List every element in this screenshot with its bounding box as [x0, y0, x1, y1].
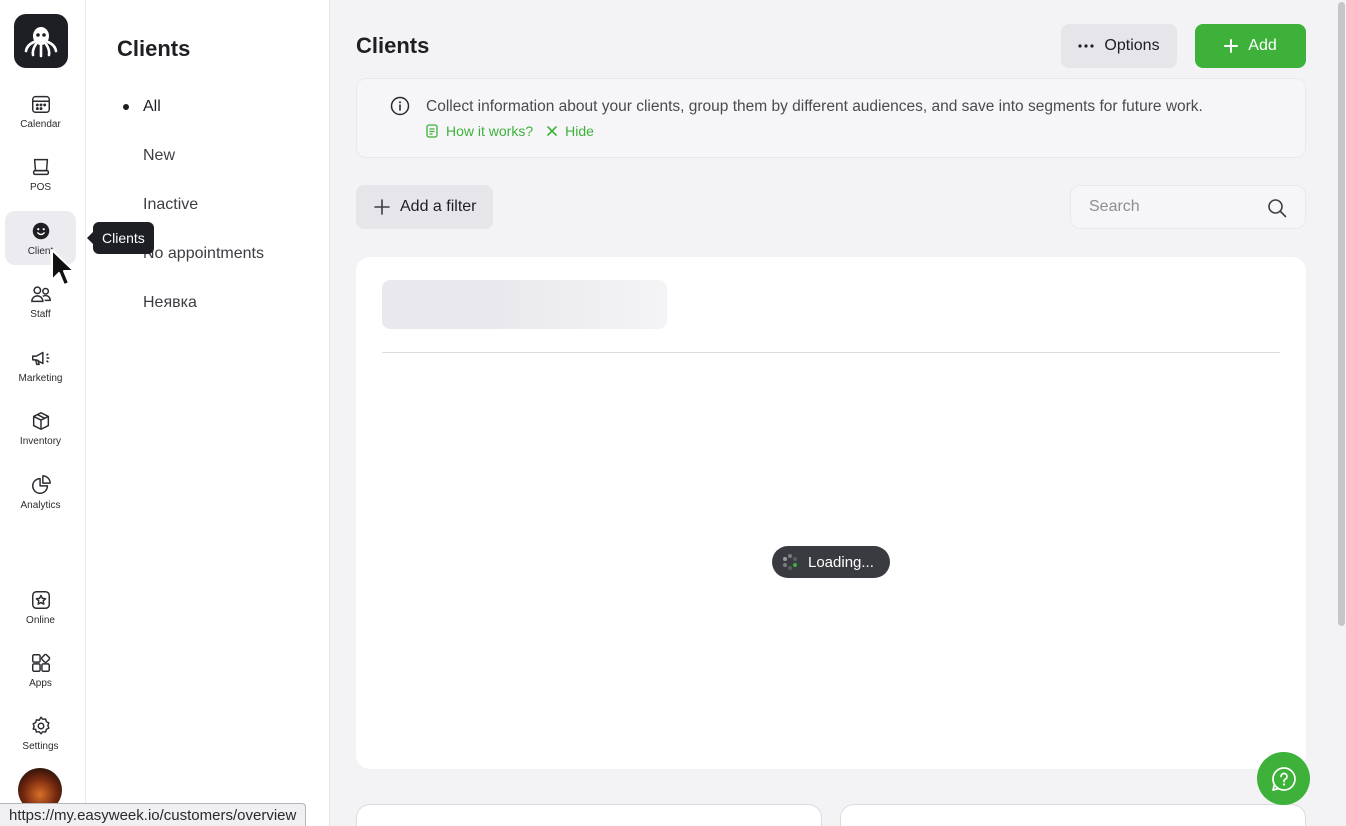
pos-icon: [32, 158, 49, 175]
subnav-item-new[interactable]: New: [143, 147, 175, 165]
megaphone-icon: [31, 351, 49, 365]
info-banner: Collect information about your clients, …: [356, 78, 1306, 158]
search-input[interactable]: [1089, 198, 1259, 216]
smiley-icon: [32, 222, 49, 239]
more-dots-icon: [1078, 44, 1095, 48]
hide-label: Hide: [565, 123, 594, 139]
mouse-cursor-icon: [51, 249, 75, 286]
info-icon: [390, 96, 410, 116]
close-icon: [547, 126, 557, 136]
info-text: Collect information about your clients, …: [426, 98, 1203, 115]
nav-label: Settings: [22, 740, 59, 752]
page-title: Clients: [356, 33, 430, 58]
spinner-icon: [783, 554, 797, 570]
options-button[interactable]: Options: [1061, 24, 1177, 68]
staff-icon: [30, 285, 51, 302]
subnav-item-no-appointments[interactable]: No appointments: [143, 245, 264, 263]
plus-icon: [1224, 39, 1239, 53]
scrollbar-thumb[interactable]: [1338, 2, 1345, 626]
help-chat-button[interactable]: [1257, 752, 1310, 805]
hide-banner-link[interactable]: Hide: [547, 123, 594, 139]
app-logo[interactable]: [14, 14, 68, 68]
bottom-card: [356, 804, 822, 826]
info-links: How it works? Hide: [426, 123, 594, 139]
nav-label: Online: [26, 614, 55, 626]
nav-label: Analytics: [20, 499, 61, 511]
nav-tooltip: Clients: [87, 222, 154, 254]
nav-marketing[interactable]: Marketing: [5, 338, 76, 392]
clients-list-panel: Loading...: [356, 257, 1306, 769]
gear-icon: [31, 716, 50, 734]
subnav-item-inactive[interactable]: Inactive: [143, 196, 198, 214]
nav-settings[interactable]: Settings: [5, 706, 76, 760]
help-icon: [1271, 766, 1296, 791]
nav-label: Calendar: [20, 118, 61, 130]
divider: [382, 352, 1280, 353]
nav-label: POS: [29, 181, 52, 193]
add-label: Add: [1248, 37, 1277, 54]
add-filter-button[interactable]: Add a filter: [356, 185, 493, 229]
subnav-title: Clients: [117, 36, 191, 61]
loading-text: Loading...: [808, 553, 874, 571]
loading-indicator: Loading...: [772, 546, 890, 578]
loading-skeleton: [382, 280, 667, 329]
nav-label: Apps: [29, 677, 52, 689]
pie-chart-icon: [31, 474, 51, 494]
box-icon: [32, 411, 49, 430]
nav-analytics[interactable]: Analytics: [5, 465, 76, 519]
subnav-item-no-show[interactable]: Неявка: [143, 294, 197, 312]
nav-label: Staff: [30, 308, 51, 320]
nav-label: Inventory: [19, 435, 62, 447]
nav-label: Marketing: [18, 372, 63, 384]
octopus-logo-icon: [24, 27, 58, 58]
options-label: Options: [1104, 37, 1160, 54]
apps-icon: [31, 653, 50, 672]
how-it-works-label: How it works?: [446, 123, 534, 139]
nav-inventory[interactable]: Inventory: [5, 401, 76, 455]
add-client-button[interactable]: Add: [1195, 24, 1306, 68]
subnav-item-all[interactable]: All: [143, 98, 161, 116]
search-box: [1070, 185, 1306, 229]
status-url: https://my.easyweek.io/customers/overvie…: [0, 803, 307, 826]
add-filter-label: Add a filter: [400, 198, 477, 215]
plus-icon: [374, 199, 390, 215]
nav-pos[interactable]: POS: [5, 147, 76, 201]
clients-subnav: Clients All New Inactive No appointments…: [86, 0, 330, 826]
bottom-card: [840, 804, 1306, 826]
document-icon: [426, 124, 438, 138]
calendar-icon: [31, 95, 50, 113]
star-badge-icon: [31, 590, 50, 609]
nav-online[interactable]: Online: [5, 580, 76, 634]
active-indicator: [123, 104, 129, 110]
nav-apps[interactable]: Apps: [5, 643, 76, 697]
nav-calendar[interactable]: Calendar: [5, 84, 76, 138]
search-icon[interactable]: [1267, 198, 1287, 218]
main-nav-rail: Calendar POS Client Staff Marketing Inve…: [0, 0, 86, 826]
how-it-works-link[interactable]: How it works?: [426, 123, 533, 139]
